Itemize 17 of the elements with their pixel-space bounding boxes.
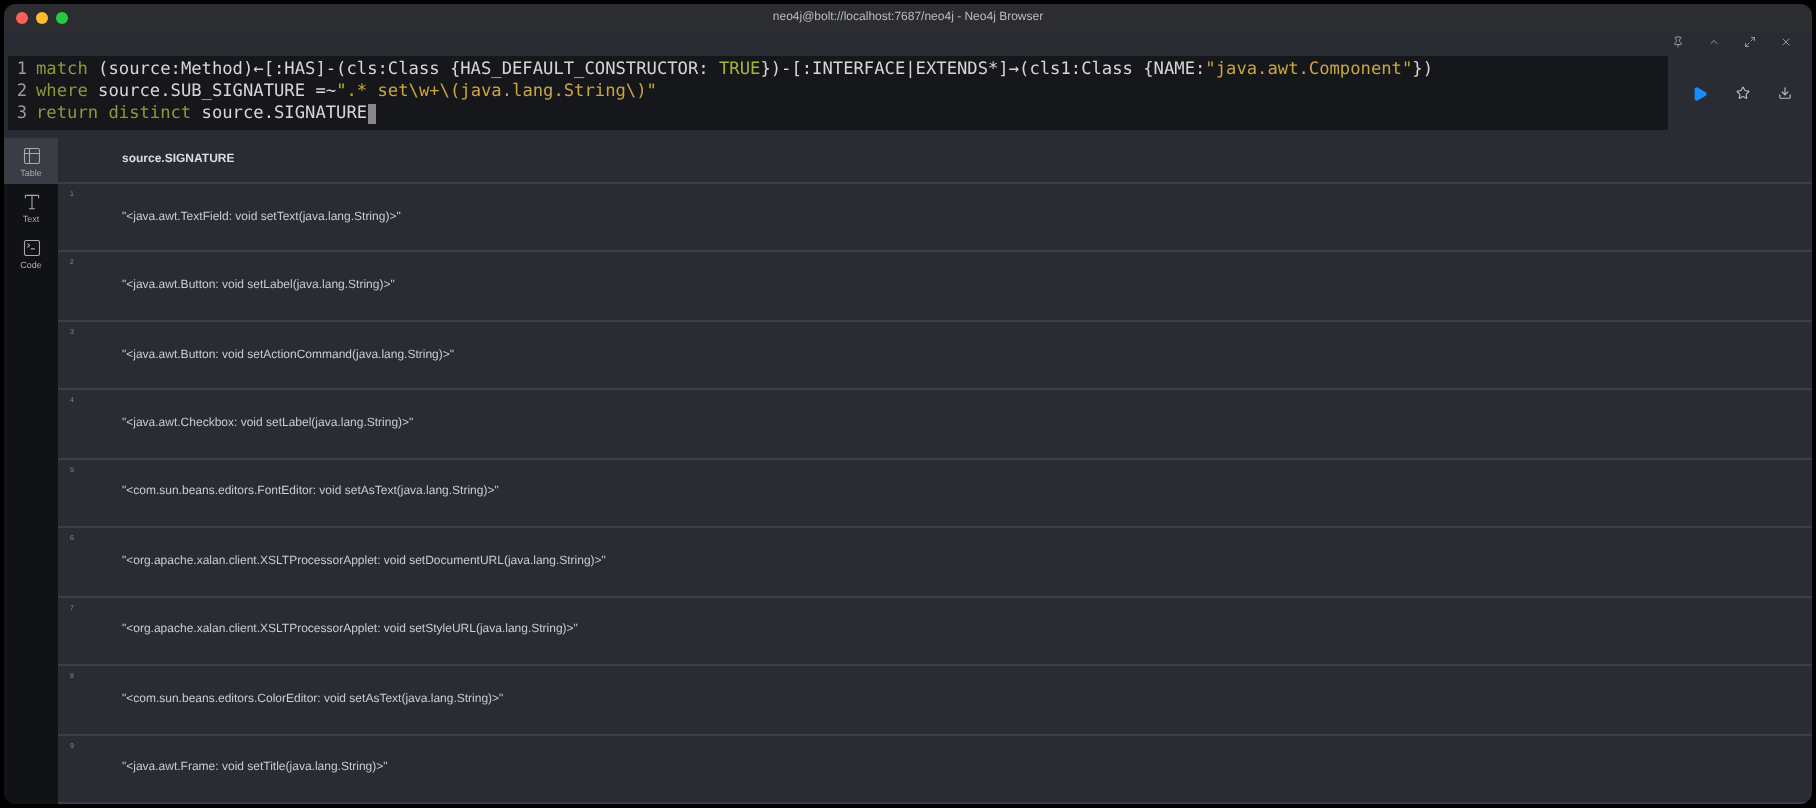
line-number: 1 [14, 60, 30, 82]
minimize-window-icon[interactable] [36, 12, 48, 24]
run-icon[interactable] [1692, 85, 1708, 101]
star-icon[interactable] [1736, 86, 1750, 100]
close-window-icon[interactable] [16, 12, 28, 24]
pin-icon[interactable] [1672, 36, 1684, 48]
line-number: 2 [14, 82, 30, 104]
table-icon [21, 146, 41, 166]
download-icon[interactable] [1778, 86, 1792, 100]
line-number: 3 [14, 104, 30, 126]
code-line: where source.SUB_SIGNATURE =~".* set\w+\(java.lang.String\)" [36, 82, 657, 104]
maximize-window-icon[interactable] [56, 12, 68, 24]
terminal-icon [21, 238, 41, 258]
close-icon[interactable] [1780, 36, 1792, 48]
letter-icon [21, 192, 41, 212]
code-line: return distinct source.SIGNATURE [36, 104, 368, 126]
code-line: match (source:Method)←[:HAS]-(cls:Class {HAS_DEFAULT_CONSTRUCTOR: TRUE})-[:INTERFACE|EXTENDS*]→(cls1:Class {NAME:"java.awt.Component"}) [36, 60, 1434, 82]
